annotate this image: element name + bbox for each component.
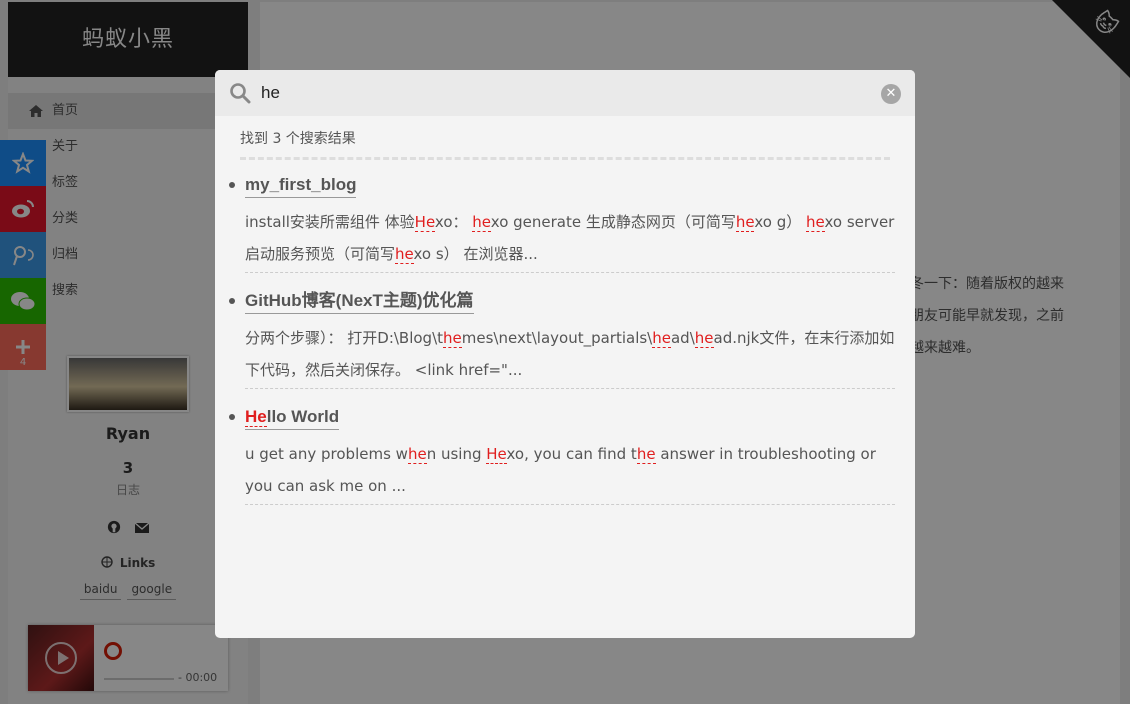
- search-header: ✕: [215, 70, 915, 116]
- search-input[interactable]: [261, 80, 861, 106]
- search-result-excerpt: 分两个步骤）： 打开D:\Blog\themes\next\layout_par…: [245, 329, 895, 379]
- search-result-title[interactable]: Hello World: [245, 405, 340, 430]
- search-popup: ✕ 找到 3 个搜索结果 my_first_blog install安装所需组件…: [215, 70, 915, 638]
- search-icon: [230, 83, 251, 104]
- search-result-title[interactable]: GitHub博客(NexT主题)优化篇: [245, 289, 474, 314]
- close-icon[interactable]: ✕: [881, 84, 901, 104]
- search-result-excerpt: install安装所需组件 体验Hexo： hexo generate 生成静态…: [245, 213, 895, 264]
- search-result-title[interactable]: my_first_blog: [245, 173, 357, 198]
- search-result-item: my_first_blog install安装所需组件 体验Hexo： hexo…: [229, 173, 895, 273]
- search-result-item: Hello World u get any problems when usin…: [229, 405, 895, 505]
- search-result-item: GitHub博客(NexT主题)优化篇 分两个步骤）： 打开D:\Blog\th…: [229, 289, 895, 389]
- search-results: my_first_blog install安装所需组件 体验Hexo： hexo…: [229, 173, 895, 521]
- divider: [240, 157, 890, 160]
- search-result-excerpt: u get any problems when using Hexo, you …: [245, 445, 876, 495]
- search-result-count: 找到 3 个搜索结果: [240, 131, 356, 147]
